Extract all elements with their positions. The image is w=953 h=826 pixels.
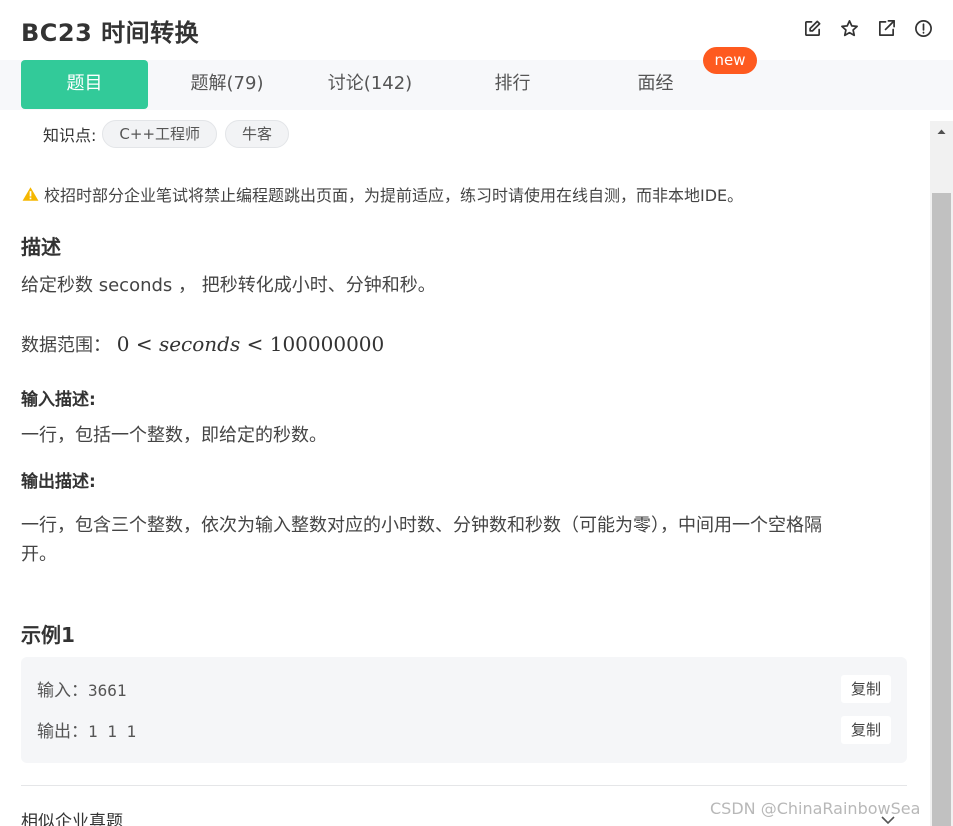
example-input-value: 3661 (88, 681, 127, 700)
scrollbar[interactable] (930, 121, 953, 826)
warning-text: 校招时部分企业笔试将禁止编程题跳出页面，为提前适应，练习时请使用在线自测，而非本… (44, 186, 744, 205)
knowledge-points: 知识点: C++工程师 牛客 (43, 120, 297, 148)
copy-input-button[interactable]: 复制 (841, 675, 891, 703)
ide-warning: 校招时部分企业笔试将禁止编程题跳出页面，为提前适应，练习时请使用在线自测，而非本… (22, 182, 743, 206)
alert-circle-icon[interactable] (914, 19, 933, 38)
scrollbar-thumb[interactable] (932, 193, 951, 826)
example-output: 输出：1 1 1 (37, 717, 136, 742)
example-output-label: 输出： (37, 722, 88, 742)
tag-cpp-engineer[interactable]: C++工程师 (102, 120, 218, 148)
input-description-heading: 输入描述: (21, 390, 96, 410)
watermark: CSDN @ChinaRainbowSea (710, 799, 921, 818)
tab-interview[interactable]: 面经 (613, 60, 698, 109)
problem-title: BC23 时间转换 (21, 19, 200, 47)
tab-bar: 题目 题解(79) 讨论(142) 排行 面经 (0, 60, 953, 110)
description-heading: 描述 (21, 235, 61, 259)
description-text: 给定秒数 seconds ， 把秒转化成小时、分钟和秒。 (21, 275, 436, 296)
new-badge: new (703, 47, 757, 74)
edit-icon[interactable] (803, 19, 822, 38)
similar-questions-heading[interactable]: 相似企业真题 (21, 807, 123, 826)
data-range: 数据范围： 0 < seconds < 100000000 (21, 330, 384, 360)
tab-ranking[interactable]: 排行 (470, 60, 555, 109)
knowledge-label: 知识点: (43, 126, 97, 145)
example-output-value: 1 1 1 (88, 722, 137, 741)
input-description-text: 一行，包括一个整数，即给定的秒数。 (21, 425, 327, 446)
star-icon[interactable] (840, 19, 859, 38)
output-description-heading: 输出描述: (21, 472, 96, 492)
output-description-line2: 开。 (21, 544, 57, 565)
problem-content: 知识点: C++工程师 牛客 校招时部分企业笔试将禁止编程题跳出页面，为提前适应… (0, 110, 930, 826)
tab-solutions[interactable]: 题解(79) (171, 60, 283, 109)
section-divider (21, 785, 907, 786)
warning-icon (22, 186, 39, 202)
example-input-label: 输入： (37, 681, 88, 701)
example-box: 输入：3661 复制 输出：1 1 1 复制 (21, 657, 907, 763)
output-description-line1: 一行，包含三个整数，依次为输入整数对应的小时数、分钟数和秒数（可能为零），中间用… (21, 515, 822, 536)
scroll-up-arrow-icon[interactable] (930, 121, 953, 141)
tab-discussion[interactable]: 讨论(142) (310, 60, 430, 109)
copy-output-button[interactable]: 复制 (841, 716, 891, 744)
external-link-icon[interactable] (877, 19, 896, 38)
data-range-formula: 0 < seconds < 100000000 (116, 332, 385, 356)
tab-problem[interactable]: 题目 (21, 60, 148, 109)
data-range-label: 数据范围： (21, 335, 111, 356)
tag-nowcoder[interactable]: 牛客 (225, 120, 290, 148)
example-heading: 示例1 (21, 623, 75, 647)
header-actions (803, 19, 933, 38)
problem-header: BC23 时间转换 (0, 0, 953, 60)
example-input: 输入：3661 (37, 676, 127, 701)
